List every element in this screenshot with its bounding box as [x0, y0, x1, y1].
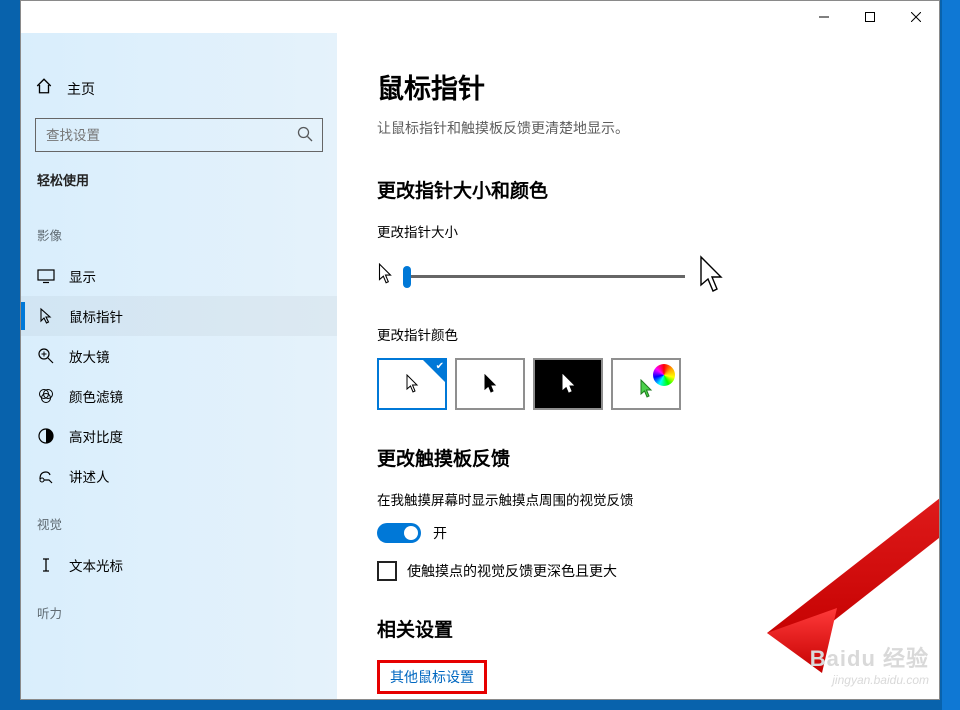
contrast-icon [37, 427, 55, 445]
desktop-background-edge [942, 0, 960, 710]
magnifier-icon [37, 347, 55, 365]
sidebar-item-high-contrast[interactable]: 高对比度 [21, 416, 337, 456]
color-filter-icon [37, 387, 55, 405]
pointer-size-slider[interactable] [405, 275, 685, 278]
pointer-size-slider-row [377, 255, 899, 298]
text-cursor-icon [37, 556, 55, 574]
darker-larger-feedback-checkbox[interactable] [377, 561, 397, 581]
sidebar-item-label: 鼠标指针 [69, 306, 123, 326]
sidebar: 设置 主页 轻松使用 影像 显示 [21, 33, 337, 699]
annotation-highlight-box: 其他鼠标设置 [377, 660, 487, 694]
sidebar-item-text-cursor[interactable]: 文本光标 [21, 545, 337, 585]
toggle-knob [404, 526, 418, 540]
touch-feedback-toggle[interactable] [377, 523, 421, 543]
sidebar-group-title: 轻松使用 [21, 170, 337, 189]
page-subtitle: 让鼠标指针和触摸板反馈更清楚地显示。 [377, 118, 899, 138]
sidebar-item-display[interactable]: 显示 [21, 256, 337, 296]
sidebar-item-magnifier[interactable]: 放大镜 [21, 336, 337, 376]
pointer-color-white[interactable]: ✔ [377, 358, 447, 410]
monitor-icon [37, 267, 55, 285]
pointer-color-row: ✔ [377, 358, 899, 410]
touchpad-feedback-desc: 在我触摸屏幕时显示触摸点周围的视觉反馈 [377, 489, 899, 509]
watermark: Baidu 经验 jingyan.baidu.com [810, 645, 929, 689]
cursor-icon [37, 307, 55, 325]
window-maximize-button[interactable] [847, 1, 893, 33]
section-touchpad-feedback: 更改触摸板反馈 [377, 444, 899, 471]
settings-window: 设置 主页 轻松使用 影像 显示 [20, 0, 940, 700]
window-close-button[interactable] [893, 1, 939, 33]
page-title: 鼠标指针 [377, 67, 899, 106]
label-change-pointer-color: 更改指针颜色 [377, 324, 899, 344]
pointer-color-custom[interactable] [611, 358, 681, 410]
cursor-large-icon [697, 255, 725, 298]
home-icon [35, 77, 53, 100]
section-pointer-size-color: 更改指针大小和颜色 [377, 176, 899, 203]
sidebar-item-label: 文本光标 [69, 555, 123, 575]
window-minimize-button[interactable] [801, 1, 847, 33]
sidebar-section-head: 视觉 [21, 496, 337, 545]
pointer-color-black[interactable] [455, 358, 525, 410]
sidebar-item-label: 讲述人 [69, 466, 110, 486]
section-related-settings: 相关设置 [377, 615, 899, 642]
sidebar-item-narrator[interactable]: 讲述人 [21, 456, 337, 496]
search-input[interactable] [35, 118, 323, 152]
cursor-small-icon [377, 263, 393, 290]
sidebar-item-color-filters[interactable]: 颜色滤镜 [21, 376, 337, 416]
link-other-mouse-settings[interactable]: 其他鼠标设置 [390, 667, 474, 687]
sidebar-section-head: 影像 [21, 207, 337, 256]
sidebar-item-label: 高对比度 [69, 426, 123, 446]
search-icon [297, 126, 313, 142]
window-titlebar [21, 1, 939, 33]
sidebar-item-mouse-pointer[interactable]: 鼠标指针 [21, 296, 337, 336]
toggle-on-label: 开 [433, 523, 447, 543]
sidebar-item-label: 放大镜 [69, 346, 110, 366]
label-change-pointer-size: 更改指针大小 [377, 221, 899, 241]
pointer-color-inverted[interactable] [533, 358, 603, 410]
sidebar-home[interactable]: 主页 [21, 69, 337, 108]
sidebar-home-label: 主页 [67, 79, 95, 99]
checkbox-label: 使触摸点的视觉反馈更深色且更大 [407, 561, 617, 581]
sidebar-section-head: 听力 [21, 585, 337, 634]
back-button[interactable] [33, 33, 57, 35]
slider-thumb[interactable] [403, 266, 411, 288]
sidebar-item-label: 颜色滤镜 [69, 386, 123, 406]
narrator-icon [37, 467, 55, 485]
sidebar-item-label: 显示 [69, 266, 96, 286]
content-area: 鼠标指针 让鼠标指针和触摸板反馈更清楚地显示。 更改指针大小和颜色 更改指针大小… [337, 33, 939, 699]
rainbow-icon [653, 364, 675, 386]
